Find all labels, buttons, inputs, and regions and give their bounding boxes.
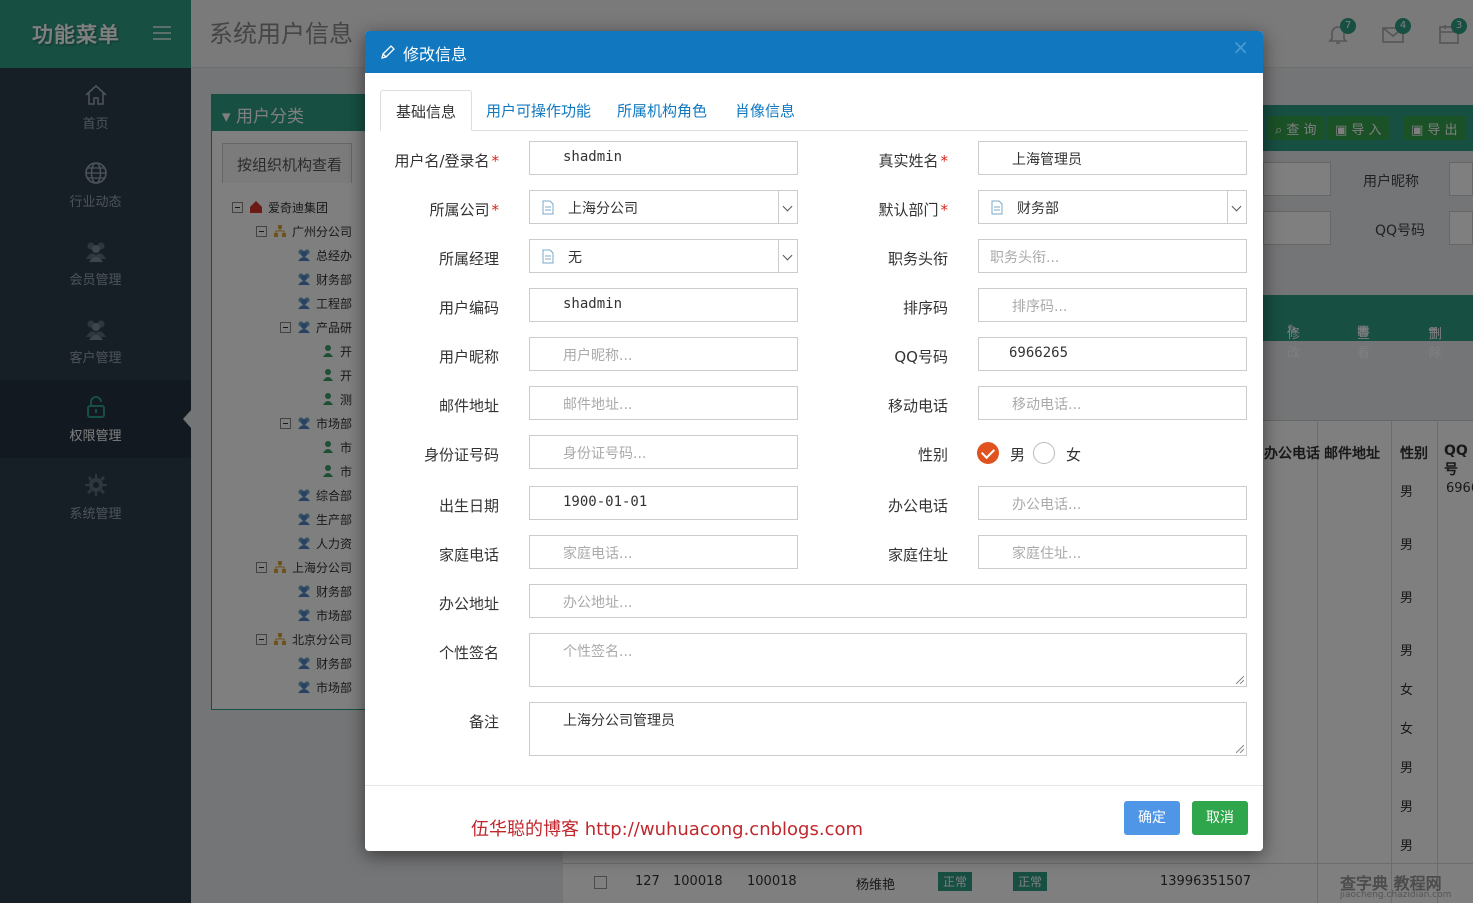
gender-male-radio[interactable]	[977, 442, 999, 464]
edit-user-modal: 修改信息 × 基础信息 用户可操作功能 所属机构角色 肖像信息 用户名/登录名 *…	[365, 31, 1263, 851]
resize-handle-icon[interactable]	[1236, 676, 1244, 684]
document-icon	[991, 200, 1003, 215]
gender-female-label: 女	[1066, 446, 1082, 464]
idcard-label: 身份证号码	[423, 446, 499, 464]
modal-tabs: 基础信息 用户可操作功能 所属机构角色 肖像信息	[380, 90, 1248, 131]
qq-label: QQ号码	[894, 348, 948, 366]
signature-label: 个性签名	[438, 644, 499, 662]
officeaddr-label: 办公地址	[438, 595, 499, 613]
manager-label: 所属经理	[438, 250, 499, 268]
homeaddr-label: 家庭住址	[887, 546, 948, 564]
officephone-label: 办公电话	[887, 497, 948, 515]
tab-portrait[interactable]: 肖像信息	[720, 90, 810, 131]
homeaddr-field[interactable]: 家庭住址...	[978, 535, 1247, 569]
resize-handle-icon[interactable]	[1236, 745, 1244, 753]
document-icon	[542, 249, 554, 264]
sortcode-label: 排序码	[902, 299, 948, 317]
close-icon[interactable]: ×	[1232, 37, 1249, 57]
officeaddr-field[interactable]: 办公地址...	[529, 584, 1247, 618]
modal-header: 修改信息 ×	[365, 31, 1263, 73]
idcard-field[interactable]: 身份证号码...	[529, 435, 798, 469]
birthday-field[interactable]: 1900-01-01	[529, 486, 798, 520]
qq-field[interactable]: 6966265	[978, 337, 1247, 371]
nickname-label: 用户昵称	[438, 348, 499, 366]
chevron-down-icon[interactable]	[778, 240, 797, 272]
jobtitle-field[interactable]: 职务头衔...	[978, 239, 1247, 273]
remark-label: 备注	[468, 713, 499, 731]
nickname-field[interactable]: 用户昵称...	[529, 337, 798, 371]
realname-field[interactable]: 上海管理员	[978, 141, 1247, 175]
company-label: 所属公司 *	[429, 201, 499, 219]
birthday-label: 出生日期	[438, 497, 499, 515]
chevron-down-icon[interactable]	[778, 191, 797, 223]
chevron-down-icon[interactable]	[1227, 191, 1246, 223]
dept-label: 默认部门 *	[878, 201, 948, 219]
sortcode-field[interactable]: 排序码...	[978, 288, 1247, 322]
mobile-label: 移动电话	[887, 397, 948, 415]
modal-footer: 伍华聪的博客 http://wuhuacong.cnblogs.com 确定 取…	[365, 785, 1263, 851]
pencil-icon	[381, 45, 395, 59]
document-icon	[542, 200, 554, 215]
usercode-label: 用户编码	[438, 299, 499, 317]
homephone-label: 家庭电话	[438, 546, 499, 564]
signature-placeholder: 个性签名...	[563, 644, 633, 660]
gender-female-radio[interactable]	[1033, 442, 1055, 464]
cancel-button[interactable]: 取消	[1192, 801, 1248, 835]
manager-select[interactable]: 无	[529, 239, 798, 273]
gender-label: 性别	[917, 446, 948, 464]
mobile-field[interactable]: 移动电话...	[978, 386, 1247, 420]
company-select-value: 上海分公司	[568, 201, 638, 217]
dept-select-value: 财务部	[1017, 201, 1059, 217]
modal-title: 修改信息	[403, 45, 468, 64]
realname-label: 真实姓名 *	[878, 152, 948, 170]
company-select[interactable]: 上海分公司	[529, 190, 798, 224]
homephone-field[interactable]: 家庭电话...	[529, 535, 798, 569]
username-field[interactable]: shadmin	[529, 141, 798, 175]
officephone-field[interactable]: 办公电话...	[978, 486, 1247, 520]
jobtitle-label: 职务头衔	[887, 250, 948, 268]
tab-org-roles[interactable]: 所属机构角色	[602, 90, 722, 131]
tab-basic-info[interactable]: 基础信息	[380, 90, 473, 131]
manager-select-value: 无	[568, 250, 582, 266]
signature-textarea[interactable]: 个性签名...	[529, 633, 1247, 687]
email-label: 邮件地址	[438, 397, 499, 415]
blog-watermark: 伍华聪的博客 http://wuhuacong.cnblogs.com	[471, 819, 864, 840]
confirm-button[interactable]: 确定	[1124, 801, 1180, 835]
remark-value: 上海分公司管理员	[563, 713, 675, 729]
remark-textarea[interactable]: 上海分公司管理员	[529, 702, 1247, 756]
gender-male-label: 男	[1010, 446, 1026, 464]
username-label: 用户名/登录名 *	[394, 152, 499, 170]
usercode-field[interactable]: shadmin	[529, 288, 798, 322]
email-field[interactable]: 邮件地址...	[529, 386, 798, 420]
tab-user-functions[interactable]: 用户可操作功能	[471, 90, 606, 131]
dept-select[interactable]: 财务部	[978, 190, 1247, 224]
